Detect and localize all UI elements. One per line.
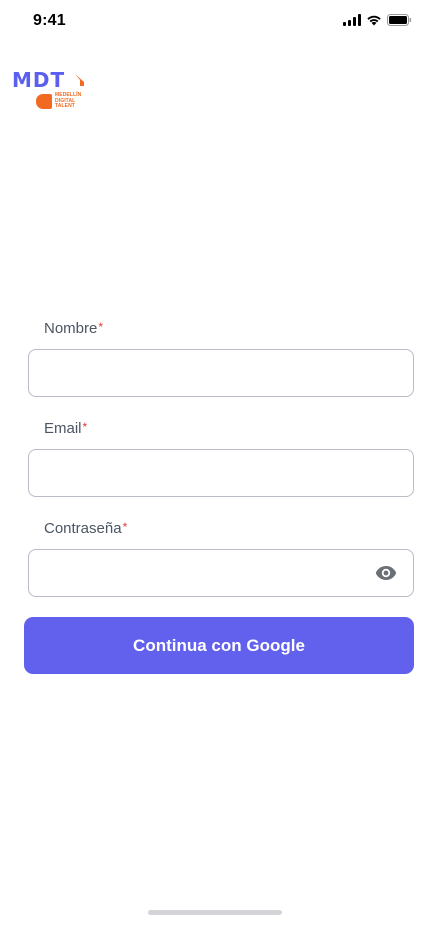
required-mark: * <box>98 320 104 334</box>
logo-subtitle: MEDELLÍN DIGITAL TALENT <box>55 92 82 109</box>
logo-corner-icon <box>75 74 84 86</box>
battery-icon <box>387 14 412 26</box>
name-field[interactable] <box>28 349 414 397</box>
status-time: 9:41 <box>33 12 66 29</box>
status-icons <box>343 14 412 26</box>
signup-screen: 9:41 MDT MEDELLÍN DIGITAL TALENT Nombre*… <box>0 0 428 926</box>
cellular-signal-icon <box>343 14 361 26</box>
email-label: Email* <box>44 420 87 437</box>
name-input[interactable] <box>29 350 413 396</box>
name-label: Nombre* <box>44 320 103 337</box>
mdt-logo: MDT MEDELLÍN DIGITAL TALENT <box>12 70 92 114</box>
email-label-text: Email <box>44 420 82 437</box>
wifi-icon <box>366 14 382 26</box>
status-bar: 9:41 <box>0 0 428 44</box>
password-input[interactable] <box>29 550 413 596</box>
email-input[interactable] <box>29 450 413 496</box>
password-field[interactable] <box>28 549 414 597</box>
email-field[interactable] <box>28 449 414 497</box>
eye-icon[interactable] <box>375 565 397 581</box>
password-label-text: Contraseña <box>44 520 122 537</box>
logo-blob-icon <box>36 94 52 109</box>
home-indicator <box>148 910 282 915</box>
logo-wordmark: MDT <box>12 68 66 92</box>
required-mark: * <box>82 420 88 434</box>
required-mark: * <box>122 520 128 534</box>
password-label: Contraseña* <box>44 520 127 537</box>
name-label-text: Nombre <box>44 320 98 337</box>
continue-with-google-button[interactable]: Continua con Google <box>24 617 414 674</box>
